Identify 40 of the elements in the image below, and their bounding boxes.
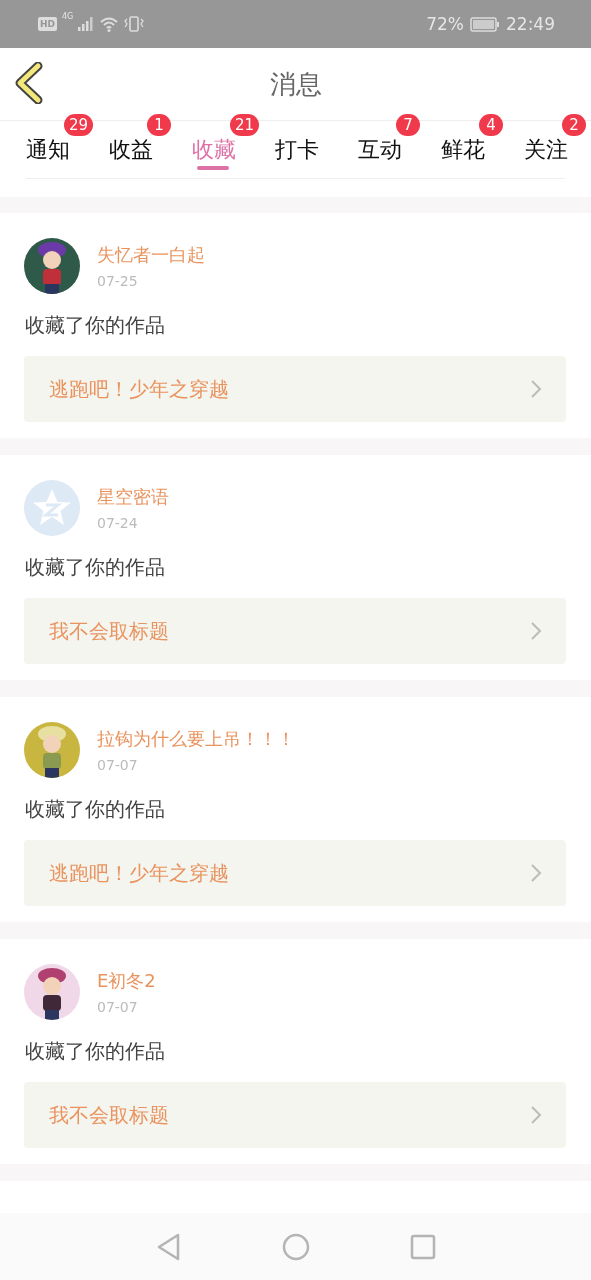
chevron-right-icon: [530, 863, 542, 883]
work-link[interactable]: 逃跑吧！少年之穿越: [24, 356, 566, 422]
count-badge: 4: [479, 114, 503, 136]
work-link[interactable]: 我不会取标题: [24, 1082, 566, 1148]
vibrate-icon: [124, 16, 145, 32]
message-date: 07-07: [97, 757, 139, 773]
network-type: 4G: [62, 12, 74, 21]
signal-icon: [78, 17, 95, 31]
count-badge: 21: [230, 114, 260, 136]
count-badge: 1: [147, 114, 171, 136]
default-avatar-icon: [24, 480, 80, 536]
count-badge: 7: [396, 114, 420, 136]
battery-icon: [470, 16, 500, 32]
chevron-right-icon: [530, 379, 542, 399]
message-text: 收藏了你的作品: [25, 796, 166, 823]
work-link[interactable]: 逃跑吧！少年之穿越: [24, 840, 566, 906]
user-name[interactable]: E初冬2: [97, 969, 156, 993]
back-icon[interactable]: [155, 1232, 182, 1261]
recents-icon[interactable]: [409, 1233, 436, 1260]
count-badge: 2: [562, 114, 586, 136]
user-name[interactable]: 星空密语: [97, 485, 169, 509]
user-name[interactable]: 失忆者一白起: [97, 243, 205, 267]
hd-indicator: HD: [38, 17, 57, 31]
message-text: 收藏了你的作品: [25, 554, 166, 581]
chevron-right-icon: [530, 621, 542, 641]
clock: 22:49: [506, 14, 555, 34]
message-text: 收藏了你的作品: [25, 312, 166, 339]
message-date: 07-07: [97, 999, 139, 1015]
message-text: 收藏了你的作品: [25, 1038, 166, 1065]
chevron-right-icon: [530, 1105, 542, 1125]
message-date: 07-25: [97, 273, 139, 289]
home-icon[interactable]: [281, 1232, 310, 1261]
count-badge: 29: [64, 114, 94, 136]
back-button[interactable]: [14, 62, 44, 104]
work-link[interactable]: 我不会取标题: [24, 598, 566, 664]
wifi-icon: [99, 16, 120, 32]
user-name[interactable]: 拉钩为什么要上吊！！！: [97, 727, 295, 751]
page-title: 消息: [269, 67, 322, 101]
battery-percent: 72%: [426, 14, 464, 34]
message-date: 07-24: [97, 515, 139, 531]
